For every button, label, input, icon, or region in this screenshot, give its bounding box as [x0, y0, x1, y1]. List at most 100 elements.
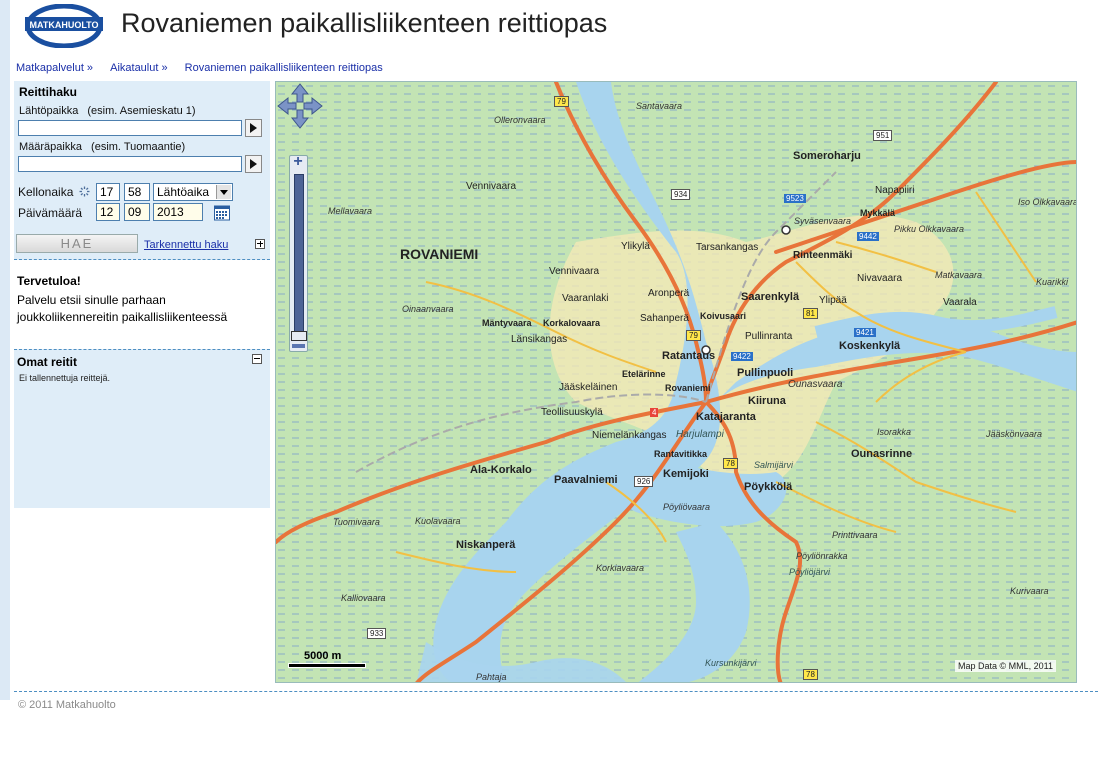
map-label-poyliojarvi: Pöyliöjärvi — [789, 567, 831, 577]
map-label-olleronvaara: Olleronvaara — [494, 115, 546, 125]
from-lookup-button[interactable] — [245, 119, 262, 137]
map-label-poykkola: Pöykkölä — [744, 481, 793, 493]
map-label-pahtaja: Pahtaja — [476, 672, 507, 682]
zoom-bar[interactable] — [294, 174, 304, 334]
map-label-vennivaara-1: Vennivaara — [466, 181, 517, 192]
date-label: Päivämäärä — [18, 206, 83, 220]
map-label-kalliovaara: Kalliovaara — [341, 593, 386, 603]
map-label-rovaniemi-station: Rovaniemi — [665, 383, 711, 393]
chevron-down-icon — [216, 185, 231, 199]
to-label-group: Määräpaikka (esim. Tuomaantie) — [19, 141, 185, 153]
map-label-niemelankangas: Niemelänkangas — [592, 430, 667, 441]
map-label-oinaanvaara: Oinaanvaara — [402, 304, 454, 314]
month-input[interactable]: 09 — [124, 203, 150, 221]
page-title: Rovaniemen paikallisliikenteen reittiopa… — [121, 8, 608, 38]
from-label: Lähtöpaikka — [19, 105, 79, 117]
map-label-korkiavaara: Korkiavaara — [596, 563, 645, 573]
map-label-iso-olkkavaara: Iso Olkkavaara — [1018, 197, 1077, 207]
time-mode-select[interactable]: Lähtöaika — [153, 183, 233, 201]
map-label-ylikyla: Ylikylä — [621, 241, 650, 252]
pan-control[interactable] — [276, 82, 324, 130]
map-label-koskenkyla: Koskenkylä — [839, 340, 901, 352]
map-label-teollisuuskyla: Teollisuuskylä — [541, 407, 603, 418]
map-label-mellavaara: Mellavaara — [328, 206, 373, 216]
breadcrumb-aikataulut[interactable]: Aikataulut » — [110, 62, 167, 74]
map-label-tarsankangas: Tarsankangas — [696, 242, 759, 253]
breadcrumb: Matkapalvelut » Aikataulut » Rovaniemen … — [16, 62, 387, 74]
map-label-matkavaara: Matkavaara — [935, 270, 983, 280]
my-routes-empty: Ei tallennettuja reittejä. — [19, 373, 111, 383]
time-mode-value: Lähtöaika — [157, 185, 210, 199]
welcome-heading: Tervetuloa! — [17, 274, 81, 288]
route-search-heading: Reittihaku — [19, 85, 78, 99]
map-label-kurivaara: Kurivaara — [1010, 586, 1049, 596]
map-label-nivavaara: Nivavaara — [857, 273, 903, 284]
route-search-panel: Reittihaku Lähtöpaikka (esim. Asemieskat… — [14, 81, 270, 260]
expand-icon[interactable] — [255, 239, 265, 249]
map-label-pullinranta: Pullinranta — [745, 331, 793, 342]
breadcrumb-matkapalvelut[interactable]: Matkapalvelut » — [16, 62, 93, 74]
hour-input[interactable]: 17 — [96, 183, 120, 201]
scale-bar — [288, 663, 366, 668]
road-shield-9523: 9523 — [784, 194, 806, 203]
road-shield-934: 934 — [671, 189, 691, 200]
map-label-tuomivaara: Tuomivaara — [333, 517, 380, 527]
map-label-vaaranlaki: Vaaranlaki — [562, 293, 609, 304]
map-label-ratantaus: Ratantaus — [662, 350, 716, 362]
time-label: Kellonaika — [18, 185, 74, 199]
to-label: Määräpaikka — [19, 141, 82, 153]
minute-input[interactable]: 58 — [124, 183, 150, 201]
to-input[interactable] — [18, 156, 242, 172]
scale-label: 5000 m — [304, 650, 342, 662]
pan-right-icon — [303, 96, 323, 116]
map-label-kuolavaara: Kuolavaara — [415, 516, 461, 526]
logo-text: MATKAHUOLTO — [30, 20, 99, 30]
map-label-jaaskelainen: Jääskeläinen — [559, 382, 618, 393]
road-shield-79b: 79 — [686, 330, 701, 341]
breadcrumb-reittiopas[interactable]: Rovaniemen paikallisliikenteen reittiopa… — [185, 62, 383, 74]
map-label-jaaskonvaara: Jääskönvaara — [986, 429, 1043, 439]
road-shield-81: 81 — [803, 308, 818, 319]
map-label-kiiruna: Kiiruna — [748, 395, 786, 407]
left-stripe — [0, 0, 10, 700]
map-label-pullinpuoli: Pullinpuoli — [737, 367, 794, 379]
zoom-handle[interactable] — [291, 331, 307, 341]
matkahuolto-logo[interactable]: MATKAHUOLTO — [25, 4, 103, 48]
zoom-out-icon[interactable] — [292, 344, 305, 348]
calendar-icon[interactable] — [214, 205, 230, 221]
from-input[interactable] — [18, 120, 242, 136]
map-label-kuarikki: Kuarikki — [1036, 277, 1069, 287]
collapse-icon[interactable] — [252, 354, 262, 364]
map-label-poylionvaara: Pöyliövaara — [663, 502, 711, 512]
from-label-group: Lähtöpaikka (esim. Asemieskatu 1) — [19, 105, 196, 117]
map-label-paavalniemi: Paavalniemi — [554, 474, 618, 486]
year-input[interactable]: 2013 — [153, 203, 203, 221]
map-label-ounasrinne: Ounasrinne — [851, 448, 913, 460]
footer-copyright: © 2011 Matkahuolto — [18, 699, 116, 711]
zoom-in-icon[interactable]: + — [292, 154, 304, 170]
map-label-kemijoki: Kemijoki — [663, 468, 709, 480]
to-lookup-button[interactable] — [245, 155, 262, 173]
to-hint: (esim. Tuomaantie) — [91, 141, 186, 153]
advanced-search-link[interactable]: Tarkennettu haku — [144, 239, 228, 251]
map-label-koivusaari: Koivusaari — [700, 311, 747, 321]
map-label-vennivaara-2: Vennivaara — [549, 266, 600, 277]
my-routes-panel: Omat reitit Ei tallennettuja reittejä. — [14, 349, 270, 508]
road-shield-78: 78 — [723, 458, 738, 469]
map-label-someroharju: Someroharju — [793, 150, 861, 162]
clock-icon[interactable] — [79, 186, 90, 197]
road-shield-9422: 9422 — [731, 352, 753, 361]
road-shield-4: 4 — [650, 408, 659, 417]
my-routes-heading: Omat reitit — [17, 355, 78, 369]
welcome-text: Palvelu etsii sinulle parhaan joukkoliik… — [17, 293, 228, 324]
search-button[interactable]: HAE — [16, 234, 138, 253]
map-label-santavaara: Santavaara — [636, 101, 683, 111]
map-label-katajaranta: Katajaranta — [696, 411, 756, 423]
map-label-rantavitikka: Rantavitikka — [654, 449, 708, 459]
road-shield-9421: 9421 — [854, 328, 876, 337]
map-scale: 5000 m — [286, 650, 366, 668]
route-map[interactable]: ROVANIEMI Santavaara Olleronvaara Somero… — [275, 81, 1077, 683]
map-label-mantyvaara: Mäntyvaara — [482, 318, 532, 328]
map-label-korkalovaara: Korkalovaara — [543, 318, 601, 328]
day-input[interactable]: 12 — [96, 203, 120, 221]
